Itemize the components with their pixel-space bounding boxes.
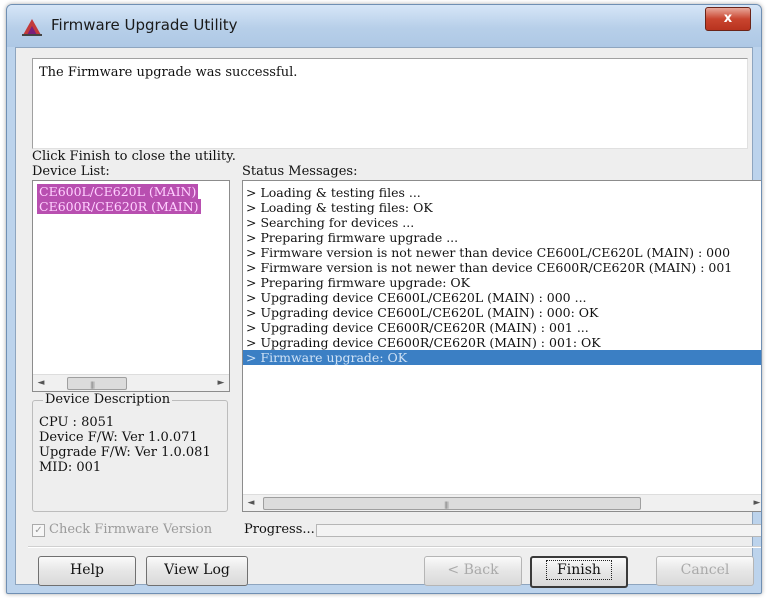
firmware-upgrade-window: Firmware Upgrade Utility x The Firmware … <box>6 4 762 594</box>
finish-hint: Click Finish to close the utility. <box>32 149 236 164</box>
dialog-body: The Firmware upgrade was successful. Cli… <box>15 47 761 588</box>
status-line[interactable]: > Firmware upgrade: OK <box>243 350 761 365</box>
back-button[interactable]: < Back <box>424 556 522 586</box>
mid-info: MID: 001 <box>39 460 102 475</box>
device-item[interactable]: CE600R/CE620R (MAIN) <box>37 199 201 214</box>
status-line[interactable]: > Firmware version is not newer than dev… <box>243 245 761 260</box>
help-button[interactable]: Help <box>38 556 136 586</box>
scroll-left-icon[interactable]: ◄ <box>33 375 49 391</box>
app-icon <box>22 19 42 36</box>
device-list-label: Device List: <box>32 164 110 179</box>
status-line[interactable]: > Upgrading device CE600L/CE620L (MAIN) … <box>243 290 761 305</box>
check-firmware-checkbox[interactable]: ✓ <box>32 524 45 537</box>
status-line[interactable]: > Upgrading device CE600R/CE620R (MAIN) … <box>243 335 761 350</box>
device-list-scrollbar[interactable]: ◄ ||| ► <box>33 374 229 391</box>
status-line[interactable]: > Upgrading device CE600L/CE620L (MAIN) … <box>243 305 761 320</box>
progress-label: Progress... <box>244 522 315 537</box>
status-line[interactable]: > Preparing firmware upgrade: OK <box>243 275 761 290</box>
view-log-button[interactable]: View Log <box>146 556 248 586</box>
cancel-button[interactable]: Cancel <box>656 556 754 586</box>
scroll-right-icon[interactable]: ► <box>749 495 761 511</box>
grip-icon: ||| <box>444 501 449 509</box>
device-firmware-info: Device F/W: Ver 1.0.071 <box>39 430 198 445</box>
scroll-thumb[interactable]: ||| <box>263 497 641 510</box>
close-button[interactable]: x <box>705 7 751 31</box>
cpu-info: CPU : 8051 <box>39 415 115 430</box>
status-line[interactable]: > Upgrading device CE600R/CE620R (MAIN) … <box>243 320 761 335</box>
check-firmware-label: Check Firmware Version <box>49 522 213 537</box>
title-bar: Firmware Upgrade Utility x <box>7 5 761 47</box>
finish-label: Finish <box>546 560 612 580</box>
device-item[interactable]: CE600L/CE620L (MAIN) <box>37 184 199 199</box>
button-separator <box>28 546 761 548</box>
status-line[interactable]: > Loading & testing files: OK <box>243 200 761 215</box>
status-scrollbar[interactable]: ◄ ||| ► <box>243 494 761 511</box>
status-line[interactable]: > Loading & testing files ... <box>243 185 761 200</box>
scroll-thumb[interactable]: ||| <box>67 377 127 390</box>
status-line[interactable]: > Preparing firmware upgrade ... <box>243 230 761 245</box>
grip-icon: ||| <box>90 381 95 389</box>
status-messages-label: Status Messages: <box>242 164 358 179</box>
status-line[interactable]: > Searching for devices ... <box>243 215 761 230</box>
device-description-title: Device Description <box>43 392 173 407</box>
scroll-left-icon[interactable]: ◄ <box>243 495 259 511</box>
progress-bar <box>316 524 761 537</box>
status-line[interactable]: > Firmware version is not newer than dev… <box>243 260 761 275</box>
finish-button[interactable]: Finish <box>530 556 628 588</box>
message-area: The Firmware upgrade was successful. <box>32 58 748 149</box>
close-icon: x <box>723 11 733 26</box>
window-title: Firmware Upgrade Utility <box>51 16 238 34</box>
status-messages-list[interactable]: > Loading & testing files ... > Loading &… <box>242 180 761 512</box>
scroll-right-icon[interactable]: ► <box>213 375 229 391</box>
upgrade-firmware-info: Upgrade F/W: Ver 1.0.081 <box>39 445 211 460</box>
success-message: The Firmware upgrade was successful. <box>39 65 298 80</box>
device-description-group: Device Description CPU : 8051 Device F/W… <box>32 392 228 512</box>
device-list[interactable]: CE600L/CE620L (MAIN) CE600R/CE620R (MAIN… <box>32 180 230 392</box>
